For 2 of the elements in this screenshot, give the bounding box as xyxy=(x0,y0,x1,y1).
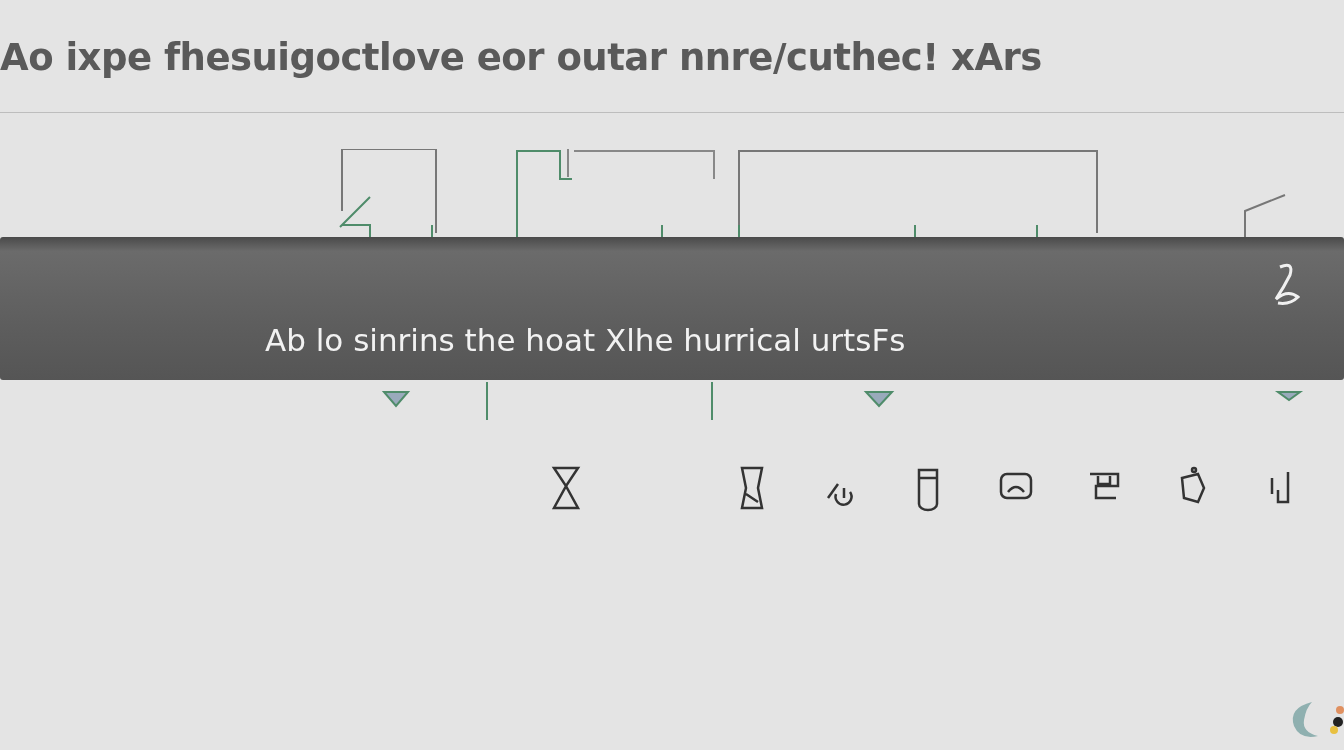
page-title: Ao ixpe fhesuigoctlove eor outar nnre/cuthec! xArs xyxy=(0,35,1043,81)
caption-text: Ab lo sinrins the hoat Xlhe hurrical urtsFs xyxy=(265,322,906,358)
